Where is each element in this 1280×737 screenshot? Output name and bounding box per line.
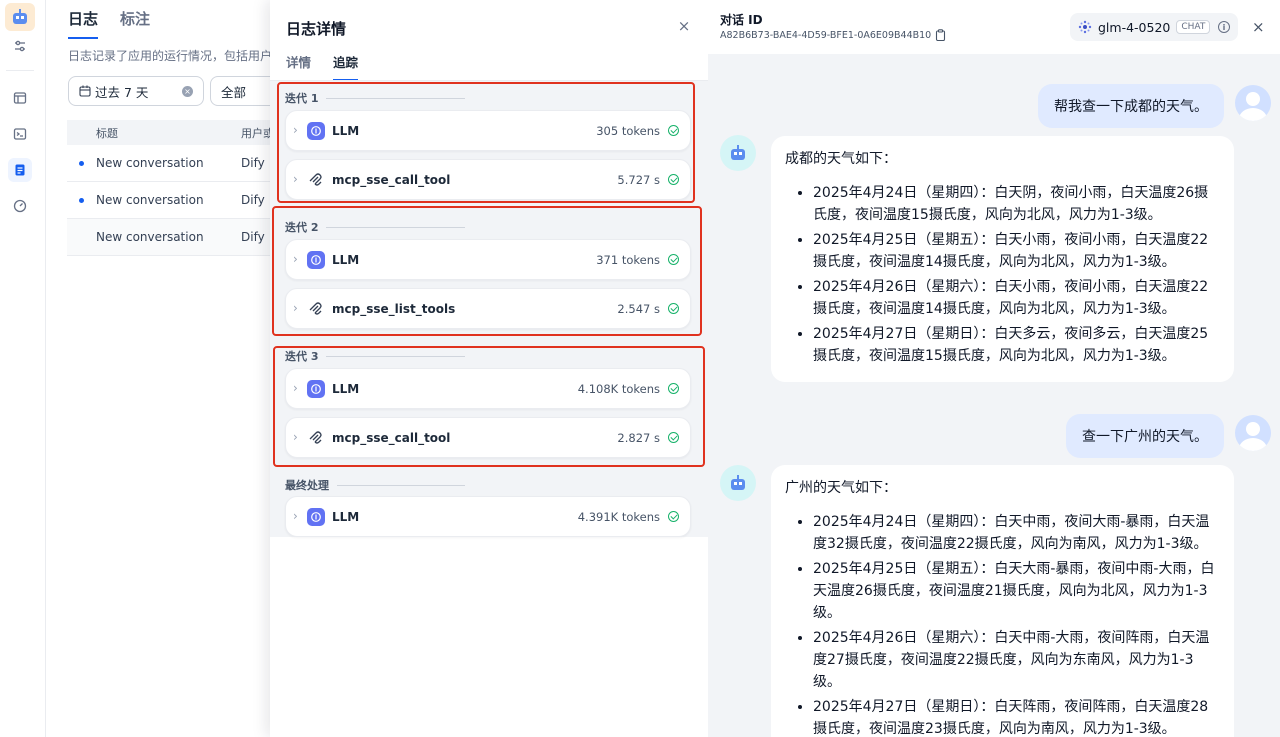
weather-item: 2025年4月26日（星期六）：白天中雨-大雨，夜间阵雨，白天温度27摄氏度，夜… bbox=[813, 627, 1220, 693]
app-sidebar bbox=[0, 0, 46, 737]
log-detail-panel: 日志详情 × 详情 追踪 迭代 1 › LLM 305 tokens › mcp… bbox=[270, 0, 708, 737]
app-logo-icon[interactable] bbox=[5, 3, 35, 31]
layout-icon[interactable] bbox=[8, 86, 32, 110]
panel-title: 日志详情 bbox=[286, 20, 347, 38]
tab-annotations[interactable]: 标注 bbox=[120, 8, 150, 39]
weather-list: 2025年4月24日（星期四）：白天阴，夜间小雨，白天温度26摄氏度，夜间温度1… bbox=[785, 182, 1220, 367]
trace-item-llm[interactable]: › LLM 4.391K tokens bbox=[285, 496, 691, 537]
table-row[interactable]: New conversation Dify bbox=[67, 219, 286, 256]
bot-avatar-icon bbox=[720, 465, 756, 501]
chat-messages: 帮我查一下成都的天气。 成都的天气如下： 2025年4月24日（星期四）：白天阴… bbox=[708, 54, 1280, 737]
user-avatar bbox=[1235, 85, 1271, 121]
conversation-id: A82B6B73-BAE4-4D59-BFE1-0A6E09B44B10 bbox=[720, 29, 946, 41]
assistant-message: 广州的天气如下： 2025年4月24日（星期四）：白天中雨，夜间大雨-暴雨，白天… bbox=[771, 465, 1234, 737]
table-header: 标题 用户或 bbox=[67, 120, 286, 145]
highlight-box-iteration-1 bbox=[277, 82, 695, 203]
row-title: New conversation bbox=[96, 156, 204, 170]
weather-item: 2025年4月26日（星期六）：白天小雨，夜间小雨，白天温度22摄氏度，夜间温度… bbox=[813, 276, 1220, 320]
main-tabs: 日志 标注 bbox=[68, 8, 150, 39]
weather-item: 2025年4月24日（星期四）：白天阴，夜间小雨，白天温度26摄氏度，夜间温度1… bbox=[813, 182, 1220, 226]
table-row[interactable]: New conversation Dify bbox=[67, 145, 286, 182]
unread-dot bbox=[79, 161, 84, 166]
highlight-box-iteration-2 bbox=[272, 206, 702, 336]
llm-icon bbox=[307, 508, 325, 526]
tab-trace[interactable]: 追踪 bbox=[333, 52, 359, 81]
model-name: glm-4-0520 bbox=[1098, 19, 1171, 35]
conversation-panel: 对话 ID A82B6B73-BAE4-4D59-BFE1-0A6E09B44B… bbox=[708, 0, 1280, 737]
weather-item: 2025年4月25日（星期五）：白天大雨-暴雨，夜间中雨-大雨，白天温度26摄氏… bbox=[813, 558, 1220, 624]
user-message: 帮我查一下成都的天气。 bbox=[1038, 84, 1224, 128]
logs-icon[interactable] bbox=[8, 158, 32, 182]
table-row[interactable]: New conversation Dify bbox=[67, 182, 286, 219]
row-title: New conversation bbox=[96, 193, 204, 207]
calendar-icon bbox=[79, 85, 91, 97]
user-message: 查一下广州的天气。 bbox=[1066, 414, 1224, 458]
column-header-title: 标题 bbox=[96, 127, 118, 140]
weather-item: 2025年4月27日（星期日）：白天阵雨，夜间阵雨，白天温度28摄氏度，夜间温度… bbox=[813, 696, 1220, 737]
conversation-id-value: A82B6B73-BAE4-4D59-BFE1-0A6E09B44B10 bbox=[720, 29, 932, 41]
model-logo-icon bbox=[1078, 20, 1092, 34]
row-user: Dify bbox=[241, 156, 265, 170]
message-intro: 成都的天气如下： bbox=[785, 151, 897, 167]
close-icon[interactable]: × bbox=[676, 18, 692, 34]
row-user: Dify bbox=[241, 230, 265, 244]
weather-item: 2025年4月25日（星期五）：白天小雨，夜间小雨，白天温度22摄氏度，夜间温度… bbox=[813, 229, 1220, 273]
status-filter-value: 全部 bbox=[221, 84, 247, 100]
chevron-right-icon: › bbox=[293, 509, 298, 523]
clear-icon[interactable]: × bbox=[182, 85, 193, 97]
settings-sliders-icon[interactable] bbox=[8, 34, 32, 58]
rail-divider bbox=[6, 70, 34, 71]
monitor-gauge-icon[interactable] bbox=[8, 194, 32, 218]
row-user: Dify bbox=[241, 193, 265, 207]
terminal-icon[interactable] bbox=[8, 122, 32, 146]
log-list-area: 日志 标注 日志记录了应用的运行情况，包括用户 过去 7 天 × 全部 标题 用… bbox=[46, 0, 290, 737]
copy-icon[interactable] bbox=[935, 29, 946, 41]
page-description: 日志记录了应用的运行情况，包括用户 bbox=[68, 49, 273, 63]
highlight-box-iteration-3 bbox=[273, 346, 705, 467]
weather-item: 2025年4月24日（星期四）：白天中雨，夜间大雨-暴雨，白天温度32摄氏度，夜… bbox=[813, 511, 1220, 555]
bot-avatar-icon bbox=[720, 135, 756, 171]
tab-detail[interactable]: 详情 bbox=[286, 52, 311, 81]
row-title: New conversation bbox=[96, 230, 204, 244]
unread-dot bbox=[79, 198, 84, 203]
trace-item-name: LLM bbox=[332, 510, 360, 524]
message-intro: 广州的天气如下： bbox=[785, 480, 897, 496]
close-icon[interactable]: × bbox=[1252, 18, 1265, 36]
user-avatar bbox=[1235, 415, 1271, 451]
date-range-select[interactable]: 过去 7 天 × bbox=[68, 76, 204, 106]
panel-tabs: 详情 追踪 bbox=[286, 52, 359, 81]
conversation-id-label: 对话 ID bbox=[720, 13, 763, 27]
tab-logs[interactable]: 日志 bbox=[68, 8, 99, 39]
date-range-value: 过去 7 天 bbox=[95, 84, 149, 100]
success-check-icon bbox=[668, 511, 679, 522]
weather-list: 2025年4月24日（星期四）：白天中雨，夜间大雨-暴雨，白天温度32摄氏度，夜… bbox=[785, 511, 1220, 737]
final-processing-label: 最终处理 bbox=[285, 477, 465, 493]
assistant-message: 成都的天气如下： 2025年4月24日（星期四）：白天阴，夜间小雨，白天温度26… bbox=[771, 136, 1234, 382]
info-icon[interactable]: i bbox=[1218, 21, 1230, 33]
weather-item: 2025年4月27日（星期日）：白天多云，夜间多云，白天温度25摄氏度，夜间温度… bbox=[813, 323, 1220, 367]
model-mode-badge: CHAT bbox=[1176, 20, 1211, 34]
trace-item-meta: 4.391K tokens bbox=[577, 510, 660, 524]
model-selector[interactable]: glm-4-0520 CHAT i bbox=[1070, 13, 1238, 41]
